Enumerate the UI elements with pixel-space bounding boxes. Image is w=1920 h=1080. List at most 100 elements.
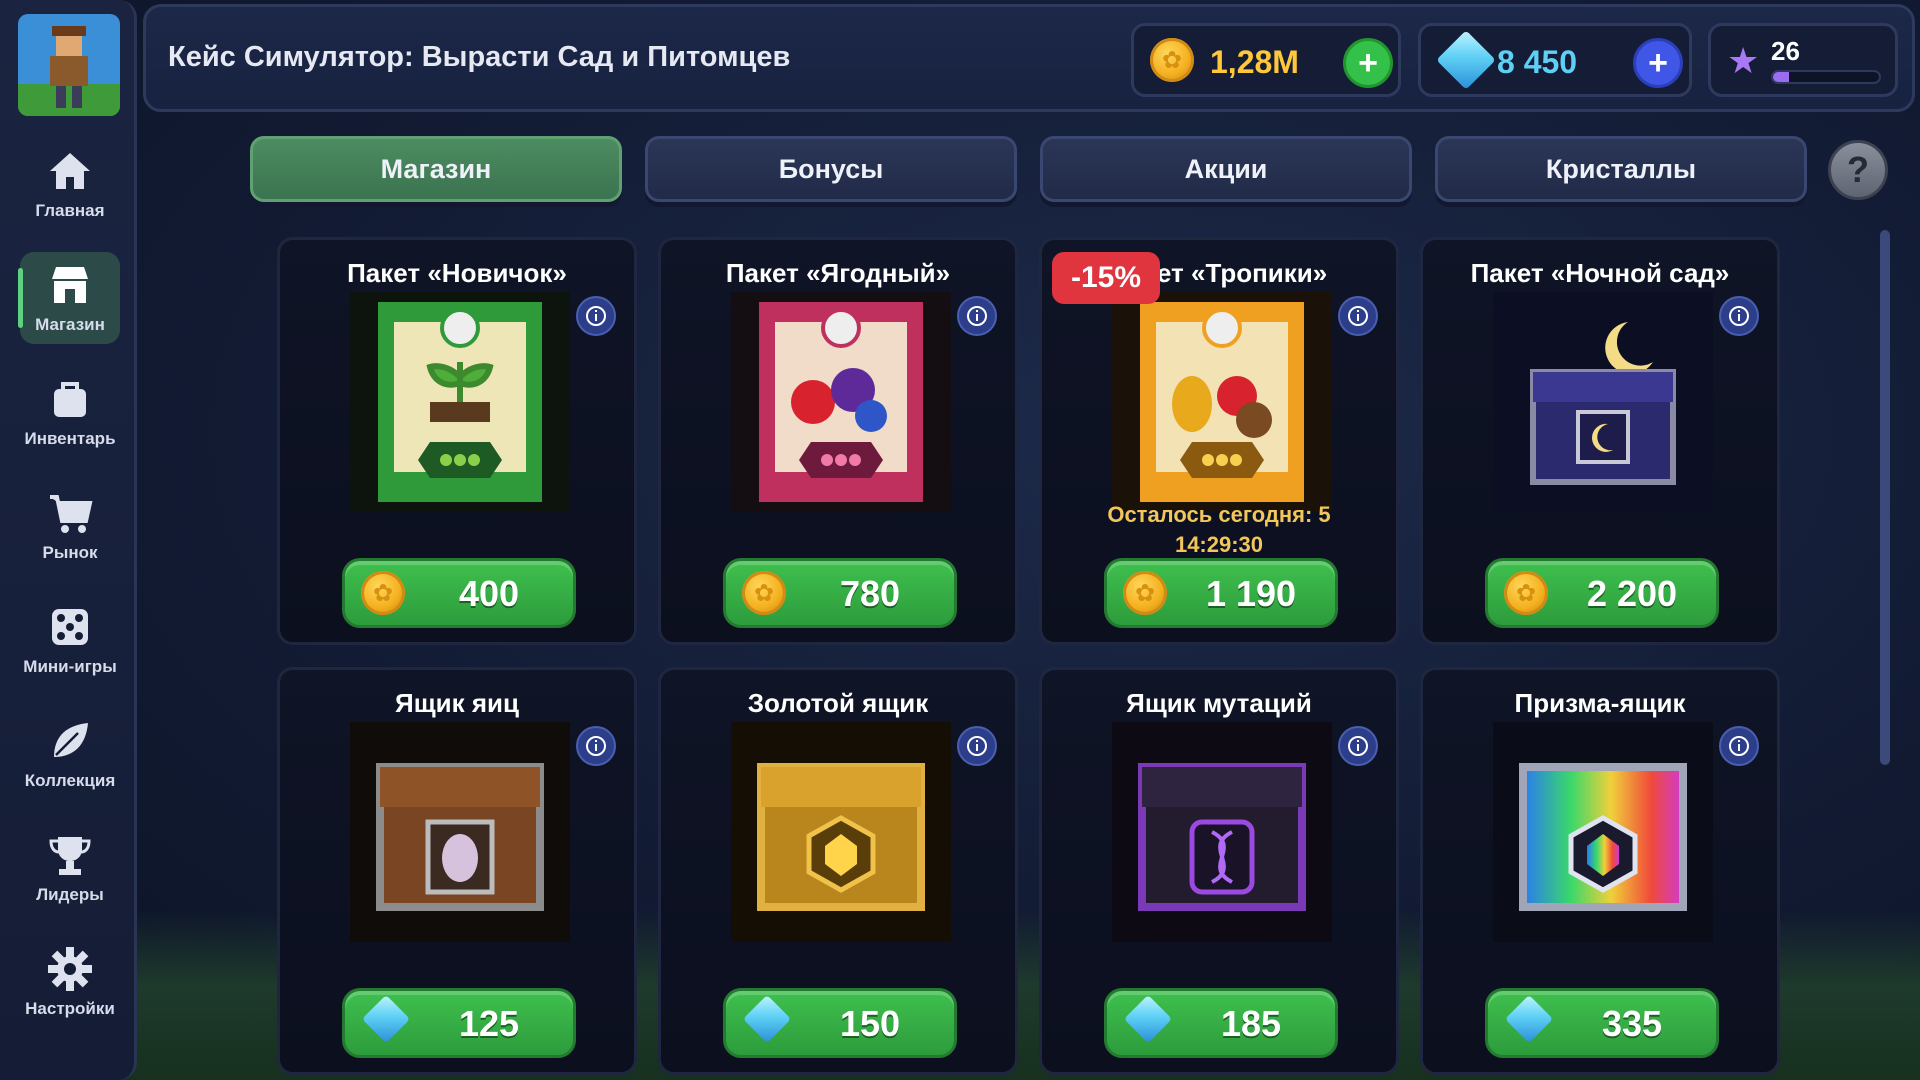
gem-icon	[1123, 994, 1173, 1044]
gem-icon	[742, 994, 792, 1044]
buy-button[interactable]: 150	[723, 988, 957, 1058]
player-avatar[interactable]	[18, 14, 120, 116]
info-icon[interactable]	[1719, 726, 1759, 766]
price: 125	[458, 1003, 520, 1044]
sidebar: Главная Магазин Инвентарь Рынок Мини-игр…	[0, 0, 137, 1080]
shop-card-mutation-chest[interactable]: Ящик мутаций 185	[1039, 667, 1399, 1075]
add-gems-button[interactable]: +	[1633, 38, 1683, 88]
help-button[interactable]: ?	[1828, 140, 1888, 200]
tropical-seed-pack-icon	[1112, 292, 1332, 512]
shop-card-prism-chest[interactable]: Призма-ящик 335	[1420, 667, 1780, 1075]
golden-chest-icon	[731, 722, 951, 942]
coin-icon	[361, 571, 405, 615]
sidebar-item-minigames[interactable]: Мини-игры	[20, 594, 120, 686]
gem-amount: 8 450	[1497, 44, 1578, 80]
offer-timer: 14:29:30	[1174, 532, 1264, 557]
sidebar-item-label: Главная	[35, 201, 105, 220]
coin-icon	[1150, 38, 1194, 82]
green-seed-pack-icon	[350, 292, 570, 512]
gem-balance: 8 450 +	[1418, 23, 1692, 97]
sidebar-item-label: Лидеры	[36, 885, 104, 904]
price: 780	[839, 573, 901, 614]
night-garden-chest-icon	[1493, 292, 1713, 512]
card-title: Пакет «Ягодный»	[725, 258, 951, 288]
card-title: Пакет «Ночной сад»	[1470, 258, 1730, 288]
coin-icon	[1504, 571, 1548, 615]
buy-button[interactable]: 1 190	[1104, 558, 1338, 628]
dice-icon	[52, 609, 88, 645]
shop-card-berry-pack[interactable]: Пакет «Ягодный» 780	[658, 237, 1018, 645]
buy-button[interactable]: 780	[723, 558, 957, 628]
buy-button[interactable]: 125	[342, 988, 576, 1058]
buy-button[interactable]: 335	[1485, 988, 1719, 1058]
sidebar-item-label: Магазин	[35, 315, 105, 334]
leaf-icon	[54, 723, 88, 757]
home-icon	[50, 153, 90, 189]
sidebar-item-label: Мини-игры	[23, 657, 117, 676]
sidebar-item-label: Инвентарь	[24, 429, 116, 448]
berry-seed-pack-icon	[731, 292, 951, 512]
info-icon[interactable]	[957, 296, 997, 336]
card-title: Пакет «Новичок»	[347, 258, 567, 288]
add-coins-button[interactable]: +	[1343, 38, 1393, 88]
info-icon[interactable]	[576, 296, 616, 336]
gem-icon	[1436, 30, 1496, 90]
sidebar-item-label: Настройки	[25, 999, 115, 1018]
level-progress-bar	[1771, 70, 1881, 84]
buy-button[interactable]: 185	[1104, 988, 1338, 1058]
sidebar-item-settings[interactable]: Настройки	[20, 936, 120, 1028]
price: 1 190	[1205, 573, 1297, 614]
card-title: Призма-ящик	[1514, 688, 1686, 718]
sidebar-item-leaders[interactable]: Лидеры	[20, 822, 120, 914]
buy-button[interactable]: 400	[342, 558, 576, 628]
level-progress-fill	[1773, 72, 1789, 82]
coin-amount: 1,28M	[1210, 44, 1299, 80]
tab-bonuses[interactable]: Бонусы	[645, 136, 1017, 202]
sidebar-item-home[interactable]: Главная	[20, 138, 120, 230]
info-icon[interactable]	[576, 726, 616, 766]
sidebar-item-label: Коллекция	[24, 771, 116, 790]
shop-card-night-garden-pack[interactable]: Пакет «Ночной сад» 2 200	[1420, 237, 1780, 645]
coin-icon	[742, 571, 786, 615]
star-icon: ★	[1727, 40, 1760, 81]
tab-crystals[interactable]: Кристаллы	[1435, 136, 1807, 202]
info-icon[interactable]	[957, 726, 997, 766]
gem-icon	[361, 994, 411, 1044]
buy-button[interactable]: 2 200	[1485, 558, 1719, 628]
level-indicator: ★ 26	[1708, 23, 1898, 97]
tab-shop[interactable]: Магазин	[250, 136, 622, 202]
sidebar-item-market[interactable]: Рынок	[20, 480, 120, 572]
price: 150	[839, 1003, 901, 1044]
price: 335	[1601, 1003, 1663, 1044]
coin-balance: 1,28M +	[1131, 23, 1401, 97]
sidebar-item-collection[interactable]: Коллекция	[20, 708, 120, 800]
info-icon[interactable]	[1338, 726, 1378, 766]
shop-card-golden-chest[interactable]: Золотой ящик 150	[658, 667, 1018, 1075]
gem-icon	[1504, 994, 1554, 1044]
sidebar-item-shop[interactable]: Магазин	[18, 252, 120, 344]
info-icon[interactable]	[1338, 296, 1378, 336]
card-title: Золотой ящик	[747, 688, 929, 718]
prism-chest-icon	[1493, 722, 1713, 942]
tab-promotions[interactable]: Акции	[1040, 136, 1412, 202]
sidebar-item-inventory[interactable]: Инвентарь	[20, 366, 120, 458]
trophy-icon	[49, 837, 91, 875]
mutation-chest-icon	[1112, 722, 1332, 942]
level-value: 26	[1771, 36, 1800, 66]
gear-icon	[48, 947, 92, 991]
shop-card-tropics-pack[interactable]: Пакет «Тропики» -15% Осталось сегодня: 5…	[1039, 237, 1399, 645]
egg-chest-icon	[350, 722, 570, 942]
shop-card-novice-pack[interactable]: Пакет «Новичок» 400	[277, 237, 637, 645]
shop-card-egg-chest[interactable]: Ящик яиц 125	[277, 667, 637, 1075]
price: 2 200	[1586, 573, 1678, 614]
card-title: Ящик мутаций	[1126, 688, 1312, 718]
bag-icon	[54, 382, 86, 417]
price: 400	[458, 573, 520, 614]
price: 185	[1220, 1003, 1282, 1044]
info-icon[interactable]	[1719, 296, 1759, 336]
cart-icon	[50, 495, 93, 533]
remaining-today: Осталось сегодня: 5	[1107, 502, 1331, 527]
sidebar-item-label: Рынок	[42, 543, 98, 562]
discount-badge: -15%	[1052, 252, 1160, 304]
scrollbar[interactable]	[1880, 230, 1890, 765]
